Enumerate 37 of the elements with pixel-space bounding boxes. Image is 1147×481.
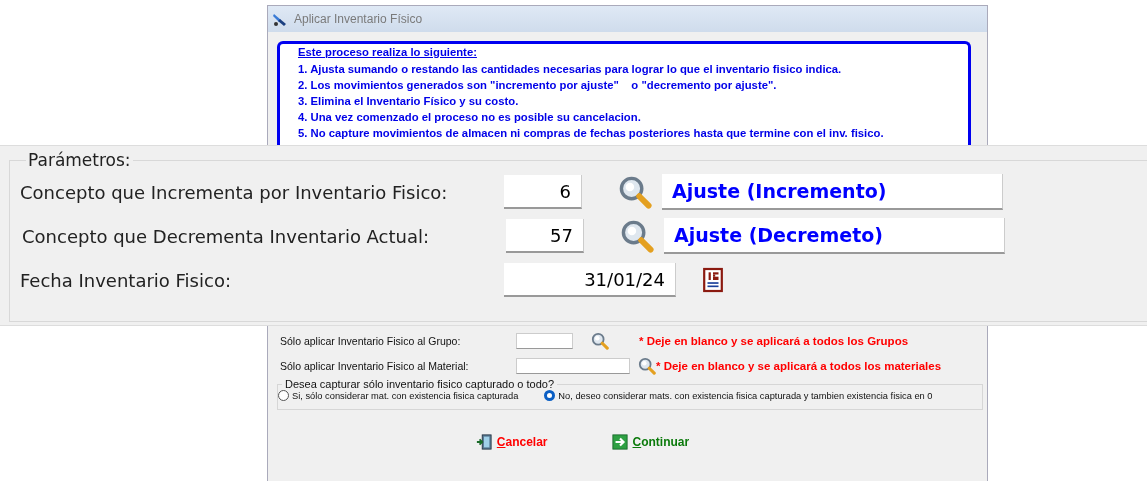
- filter-label: Sólo aplicar Inventario Fisico al Material:: [280, 359, 470, 372]
- action-button[interactable]: Cancelar: [473, 432, 550, 452]
- radio-button[interactable]: [278, 390, 289, 401]
- concept-description: Ajuste (Decremeto): [664, 218, 1005, 254]
- info-heading: Este proceso realiza lo siguiente:: [298, 46, 478, 58]
- note-text: * Deje en blanco y se aplicará a todos los Grupos: [639, 334, 909, 347]
- field-label: Fecha Inventario Fisico:: [20, 269, 232, 291]
- input-field[interactable]: [516, 357, 630, 374]
- input-field[interactable]: [516, 332, 573, 349]
- group-title: Desea capturar sólo inventario fisico capturado o todo?: [284, 378, 556, 390]
- info-line: 4. Una vez comenzado el proceso no es posible su cancelacion.: [298, 110, 642, 125]
- search-icon[interactable]: [638, 356, 656, 375]
- info-line: 2. Los movimientos generados son "incremento por ajuste" o "decremento por ajuste".: [298, 78, 778, 93]
- calendar-icon[interactable]: [702, 266, 724, 294]
- radio-option[interactable]: Si, sólo considerar mat. con existencia fisica capturada: [278, 390, 519, 401]
- info-line: 1. Ajusta sumando o restando las cantidades necesarias para lograr lo que el inventario fisico indica.: [298, 62, 843, 77]
- input-field[interactable]: 57: [506, 219, 584, 253]
- filter-label: Sólo aplicar Inventario Fisico al Grupo:: [280, 334, 462, 347]
- info-line: 3. Elimina el Inventario Físico y su costo.: [298, 94, 520, 109]
- concept-description: Ajuste (Incremento): [662, 174, 1003, 210]
- input-field[interactable]: 31/01/24: [504, 263, 676, 297]
- search-icon[interactable]: [591, 331, 609, 350]
- window-title: Aplicar Inventario Físico: [294, 12, 423, 26]
- arrow-icon: [611, 434, 628, 450]
- app-icon: [272, 11, 288, 27]
- input-field[interactable]: 6: [504, 175, 582, 209]
- note-text: * Deje en blanco y se aplicará a todos los materiales: [656, 359, 942, 372]
- group-title: Parámetros:: [27, 150, 132, 170]
- radio-button[interactable]: [544, 390, 556, 401]
- exit-door-icon: [475, 434, 492, 450]
- field-label: Concepto que Incrementa por Inventario Fisico:: [20, 181, 449, 203]
- search-icon[interactable]: [620, 219, 654, 253]
- info-line: 5. No capture movimientos de almacen ni compras de fechas posteriores hasta que termine con el inv. fisico.: [298, 126, 885, 141]
- action-button[interactable]: Continuar: [609, 432, 692, 452]
- field-label: Concepto que Decrementa Inventario Actual:: [21, 225, 431, 247]
- search-icon[interactable]: [618, 175, 652, 209]
- radio-option[interactable]: No, deseo considerar mats. con existencia fisica capturada y tambien existencia fisica en 0: [544, 390, 933, 401]
